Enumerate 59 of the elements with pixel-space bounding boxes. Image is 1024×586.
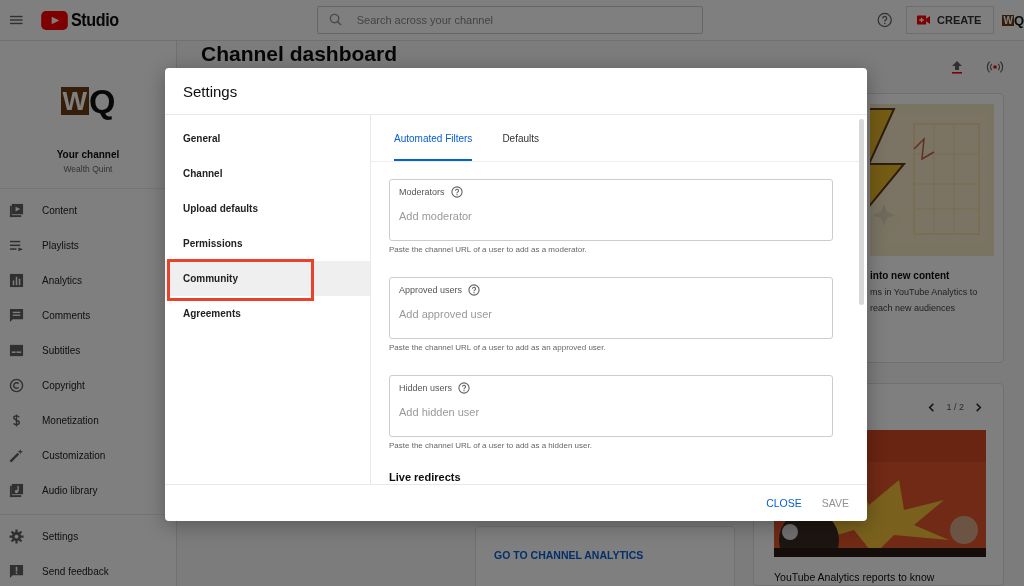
play-logo-icon xyxy=(40,10,68,30)
card-text: reach new audiences xyxy=(870,303,957,313)
field-label: Hidden users xyxy=(399,383,453,393)
live-broadcast-icon[interactable] xyxy=(986,59,1004,75)
page-counter: 1 / 2 xyxy=(946,402,964,412)
content-icon xyxy=(9,203,24,218)
comments-icon xyxy=(9,308,24,323)
field-label: Approved users xyxy=(399,285,463,295)
sidebar-item[interactable]: Send feedback xyxy=(0,554,176,586)
tab[interactable]: Automated Filters xyxy=(394,115,473,161)
channel-logo: WQ xyxy=(60,81,116,121)
help-icon[interactable] xyxy=(450,186,463,198)
page-title: Channel dashboard xyxy=(201,42,399,66)
input-field[interactable]: Add approved user xyxy=(399,308,823,320)
section-heading: Live redirects xyxy=(389,471,462,483)
sidebar-item[interactable]: Settings xyxy=(0,519,176,554)
sidebar-item[interactable]: Audio library xyxy=(0,473,176,508)
search-icon xyxy=(328,13,342,26)
tab[interactable]: Defaults xyxy=(502,115,540,161)
audio-icon xyxy=(9,483,24,498)
input-field[interactable]: Add moderator xyxy=(399,210,823,222)
field-label: Moderators xyxy=(399,187,445,197)
channel-title: Your channel xyxy=(56,149,120,160)
sidebar-item[interactable]: Monetization xyxy=(0,403,176,438)
chevron-left-icon[interactable] xyxy=(927,402,937,412)
feedback-icon xyxy=(9,564,24,579)
dialog-title: Settings xyxy=(183,82,238,100)
field-hint: Paste the channel URL of a user to add as an approved user. xyxy=(389,343,607,352)
field-hint: Paste the channel URL of a user to add as a moderator. xyxy=(389,245,588,254)
search-field[interactable]: Search across your channel xyxy=(316,6,703,34)
scrollbar[interactable] xyxy=(859,119,864,305)
chevron-right-icon[interactable] xyxy=(974,402,983,412)
sidebar-item[interactable]: Subtitles xyxy=(0,333,176,368)
settings-icon xyxy=(9,529,24,544)
settings-nav-item[interactable]: Community xyxy=(165,261,370,296)
video-title: YouTube Analytics reports to know xyxy=(774,571,936,583)
create-button[interactable]: CREATE xyxy=(906,6,995,34)
video-add-icon xyxy=(917,15,930,25)
help-icon[interactable] xyxy=(468,284,481,296)
menu-icon[interactable] xyxy=(10,15,23,25)
settings-nav-item[interactable]: General xyxy=(165,121,370,156)
analytics-icon xyxy=(9,273,24,288)
settings-nav-item[interactable]: Channel xyxy=(165,156,370,191)
subtitles-icon xyxy=(9,343,24,358)
input-field[interactable]: Add hidden user xyxy=(399,406,823,418)
card-text: ms in YouTube Analytics to xyxy=(870,287,979,297)
customization-icon xyxy=(9,448,24,463)
brand-name: Studio xyxy=(70,9,119,31)
channel-name: Wealth Quint xyxy=(63,164,113,174)
channel-analytics-link[interactable]: GO TO CHANNEL ANALYTICS xyxy=(494,549,644,561)
playlists-icon xyxy=(9,238,24,253)
close-button[interactable]: CLOSE xyxy=(758,491,810,515)
sidebar-item[interactable]: Customization xyxy=(0,438,176,473)
sidebar-item[interactable]: Copyright xyxy=(0,368,176,403)
copyright-icon xyxy=(9,378,24,393)
field-hint: Paste the channel URL of a user to add as a hidden user. xyxy=(389,441,593,450)
help-icon[interactable] xyxy=(458,382,471,394)
help-icon[interactable] xyxy=(876,12,892,28)
card-heading: into new content xyxy=(870,270,951,281)
